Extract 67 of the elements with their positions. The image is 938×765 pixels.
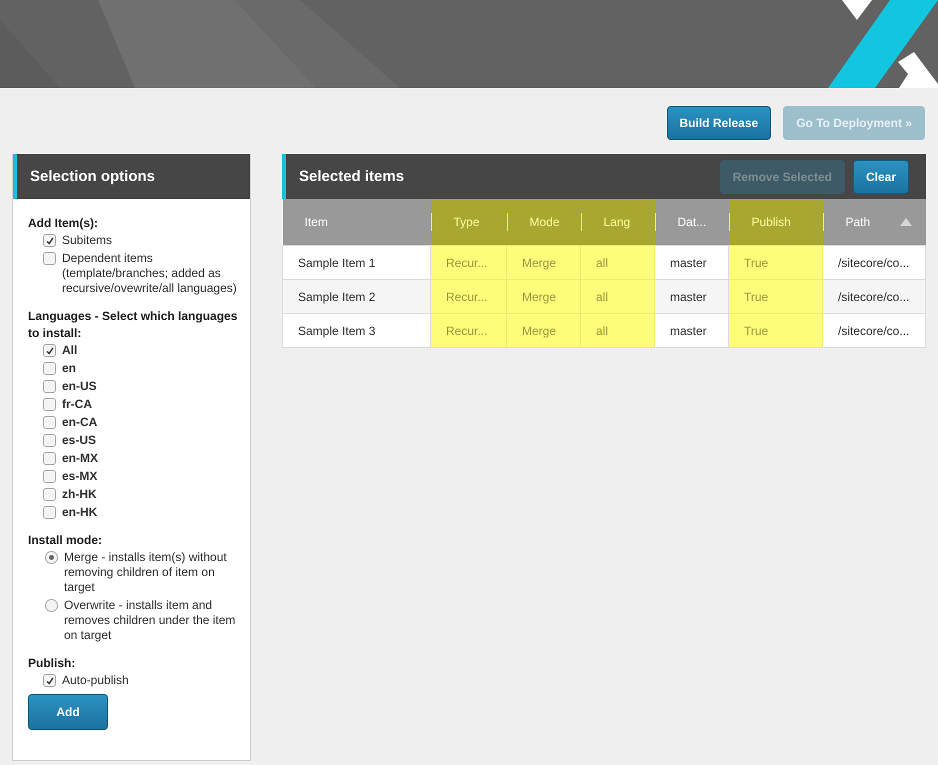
- checkbox[interactable]: [43, 452, 56, 465]
- build-release-button[interactable]: Build Release: [666, 106, 772, 140]
- table-cell: /sitecore/co...: [838, 256, 910, 270]
- group-label: Add Item(s):: [28, 215, 99, 232]
- checkbox[interactable]: [43, 470, 56, 483]
- option-label: Overwrite - installs item and removes children under the item on target: [64, 598, 236, 643]
- option-label: en-MX: [62, 451, 98, 466]
- column-header[interactable]: Dat...: [678, 215, 706, 229]
- table-cell: all: [596, 256, 608, 270]
- table-cell: Merge: [522, 290, 556, 304]
- table-cell: True: [744, 324, 768, 338]
- option-label: All: [62, 343, 78, 358]
- checkbox[interactable]: [43, 434, 56, 447]
- table-cell: Sample Item 2: [298, 290, 376, 304]
- table-cell: True: [744, 256, 768, 270]
- option-label: es-MX: [62, 469, 98, 484]
- table-cell: Merge: [522, 256, 556, 270]
- table-cell: Recur...: [446, 290, 488, 304]
- checkbox[interactable]: [43, 234, 56, 247]
- column-header[interactable]: Item: [304, 215, 328, 229]
- option-label: en-CA: [62, 415, 98, 430]
- option-label: Merge - installs item(s) without removing children of item on target: [64, 550, 228, 595]
- checkbox[interactable]: [43, 252, 56, 265]
- table-cell: master: [670, 290, 707, 304]
- option-label: Dependent items (template/branches; added as recursive/ovewrite/all languages): [62, 251, 238, 296]
- table-cell: all: [596, 290, 608, 304]
- option-label: fr-CA: [62, 397, 92, 412]
- add-button[interactable]: Add: [28, 694, 108, 730]
- checkbox[interactable]: [43, 506, 56, 519]
- checkbox[interactable]: [43, 674, 56, 687]
- table-cell: Recur...: [446, 324, 488, 338]
- table-cell: all: [596, 324, 608, 338]
- column-header[interactable]: Lang: [604, 215, 630, 229]
- checkbox[interactable]: [43, 416, 56, 429]
- table-cell: Sample Item 1: [298, 256, 376, 270]
- group-label: Publish:: [28, 655, 76, 672]
- option-label: Auto-publish: [62, 673, 129, 688]
- column-header[interactable]: Mode: [530, 215, 560, 229]
- radio-button[interactable]: [45, 599, 58, 612]
- panel-title: Selection options: [30, 168, 156, 185]
- group-label: Languages - Select which languages to install:: [28, 308, 238, 342]
- option-label: en: [62, 361, 76, 376]
- radio-button[interactable]: [45, 551, 58, 564]
- table-cell: Sample Item 3: [298, 324, 376, 338]
- checkbox[interactable]: [43, 362, 56, 375]
- checkbox[interactable]: [43, 398, 56, 411]
- table-cell: Recur...: [446, 256, 488, 270]
- table-cell: master: [670, 324, 707, 338]
- table-cell: True: [744, 290, 768, 304]
- panel-title: Selected items: [299, 168, 404, 185]
- checkbox[interactable]: [43, 380, 56, 393]
- clear-button[interactable]: Clear: [852, 160, 909, 194]
- option-label: en-US: [62, 379, 97, 394]
- column-header[interactable]: Path: [846, 215, 870, 229]
- table-cell: /sitecore/co...: [838, 290, 910, 304]
- table-cell: Merge: [522, 324, 556, 338]
- table-cell: /sitecore/co...: [838, 324, 910, 338]
- column-header[interactable]: Publish: [752, 215, 791, 229]
- checkbox[interactable]: [43, 344, 56, 357]
- option-label: es-US: [62, 433, 96, 448]
- group-label: Install mode:: [28, 532, 104, 549]
- option-label: zh-HK: [62, 487, 97, 502]
- option-label: en-HK: [62, 505, 98, 520]
- table-cell: master: [670, 256, 707, 270]
- option-label: Subitems: [62, 233, 112, 248]
- checkbox[interactable]: [43, 488, 56, 501]
- column-header[interactable]: Type: [454, 215, 480, 229]
